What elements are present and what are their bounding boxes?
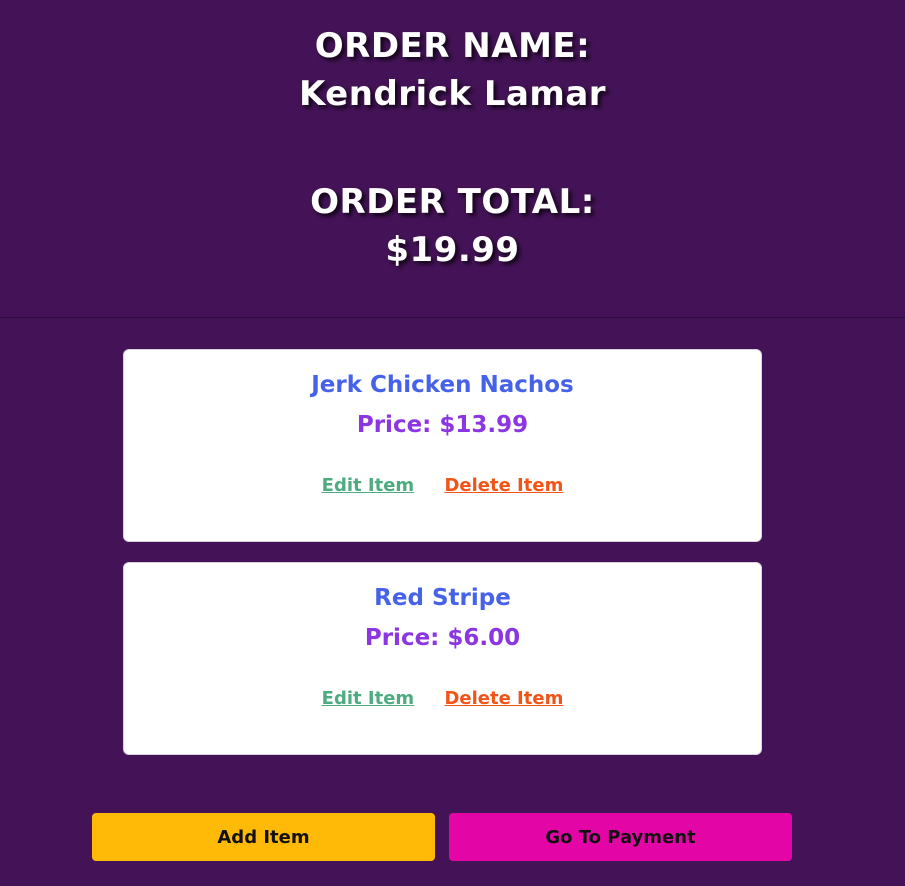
order-total-label: ORDER TOTAL: [310, 182, 595, 222]
order-name-block: ORDER NAME: Kendrick Lamar [0, 22, 905, 118]
order-name-label: ORDER NAME: [314, 26, 591, 66]
edit-item-link[interactable]: Edit Item [322, 475, 415, 496]
item-price: Price: $6.00 [364, 625, 521, 651]
delete-item-link[interactable]: Delete Item [444, 475, 563, 496]
order-total-block: ORDER TOTAL: $19.99 [0, 178, 905, 274]
add-item-button[interactable]: Add Item [92, 813, 435, 861]
order-name: Kendrick Lamar [298, 74, 607, 114]
order-total: $19.99 [385, 230, 520, 270]
go-to-payment-button[interactable]: Go To Payment [449, 813, 792, 861]
delete-item-link[interactable]: Delete Item [444, 688, 563, 709]
item-name: Jerk Chicken Nachos [311, 372, 574, 398]
order-item-card: Red Stripe Price: $6.00 Edit Item Delete… [123, 562, 762, 755]
item-actions: Edit Item Delete Item [124, 687, 761, 711]
order-item-card: Jerk Chicken Nachos Price: $13.99 Edit I… [123, 349, 762, 542]
item-name: Red Stripe [374, 585, 511, 611]
edit-item-link[interactable]: Edit Item [322, 688, 415, 709]
item-actions: Edit Item Delete Item [124, 474, 761, 498]
item-price: Price: $13.99 [356, 412, 529, 438]
order-header: ORDER NAME: Kendrick Lamar ORDER TOTAL: … [0, 0, 905, 318]
